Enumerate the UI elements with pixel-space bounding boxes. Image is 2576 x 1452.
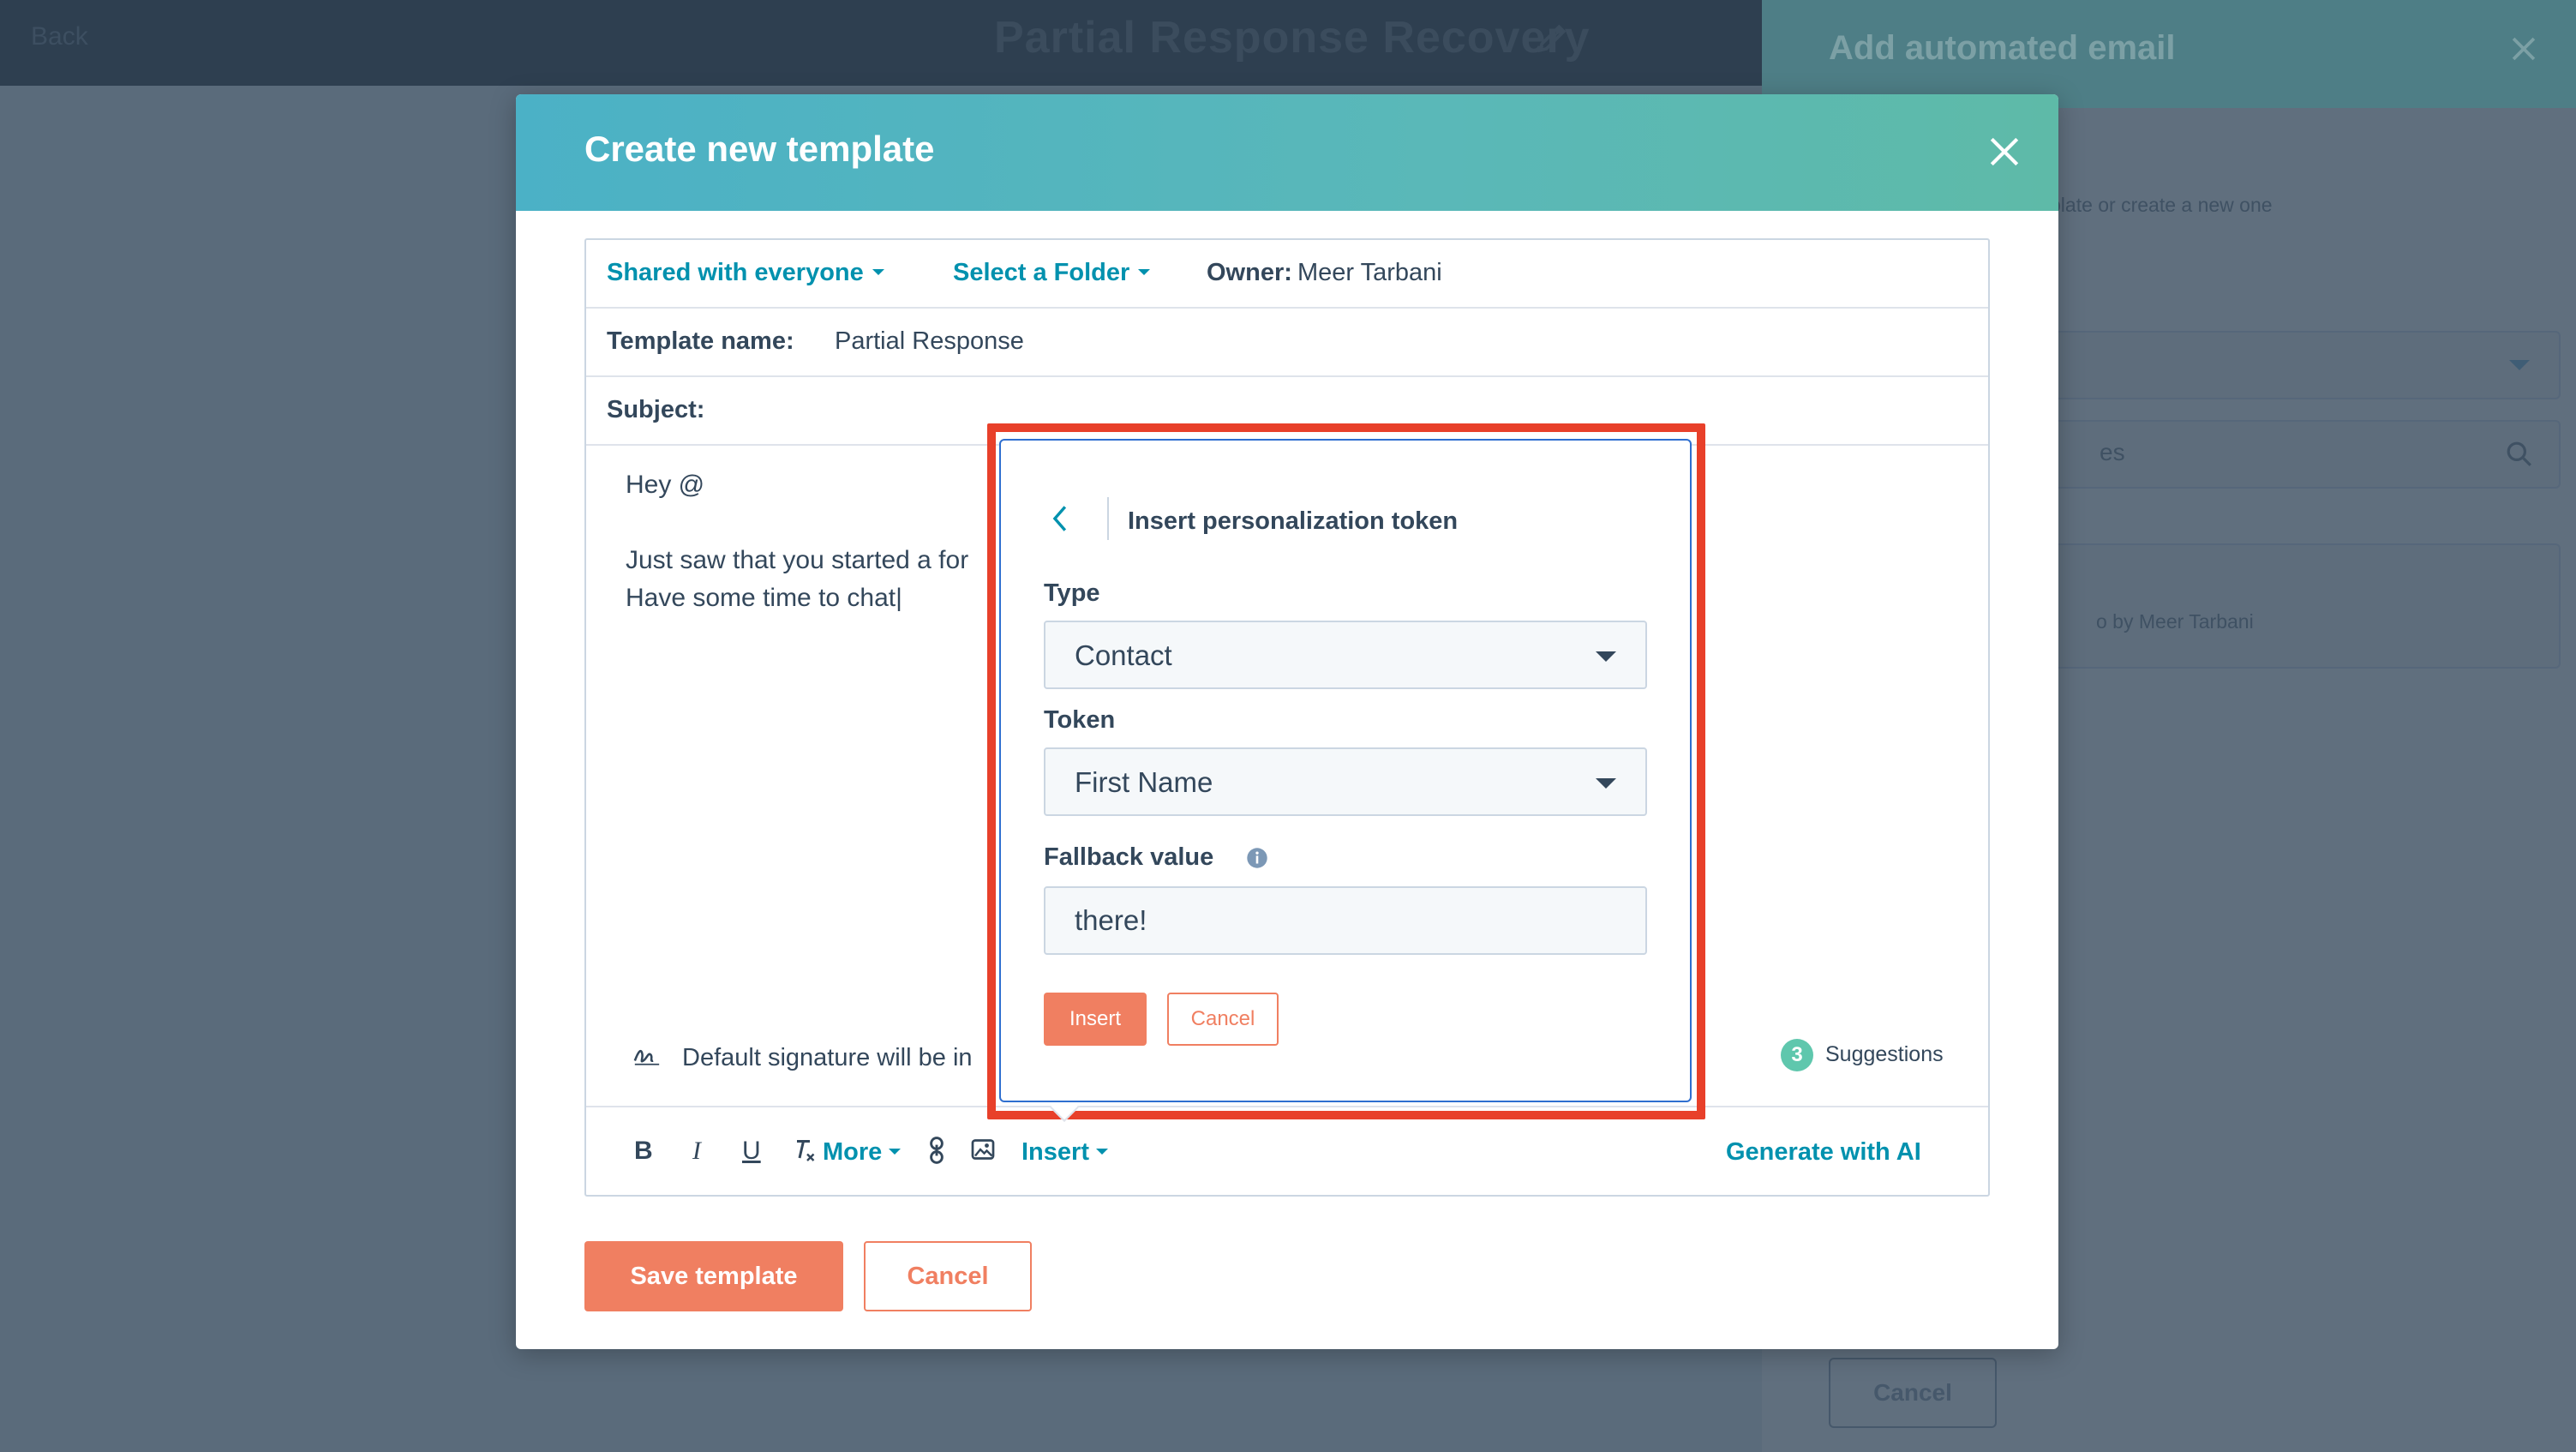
chevron-left-icon[interactable]: [1049, 504, 1069, 537]
subject-label: Subject:: [607, 396, 705, 423]
type-select[interactable]: Contact: [1044, 621, 1647, 689]
caret-down-icon: [1596, 778, 1616, 789]
email-body-editor[interactable]: Hey @ Just saw that you started a for Ha…: [626, 466, 968, 617]
chevron-down-icon: [2509, 360, 2530, 370]
body-line: Have some time to chat|: [626, 584, 902, 612]
template-name-field[interactable]: Partial Response: [835, 327, 1024, 356]
underline-button[interactable]: U: [742, 1137, 761, 1166]
cancel-token-button[interactable]: Cancel: [1167, 993, 1279, 1046]
divider: [1107, 497, 1109, 540]
owner-value[interactable]: Meer Tarbani: [1297, 259, 1442, 287]
panel-search-input[interactable]: es: [2050, 420, 2561, 489]
signature-icon: [632, 1041, 662, 1071]
panel-title: Add automated email: [1829, 29, 2176, 67]
popover-title: Insert personalization token: [1128, 507, 1459, 535]
italic-button[interactable]: I: [692, 1137, 701, 1166]
modal-header: Create new template: [516, 94, 2058, 211]
body-line: Hey @: [626, 471, 705, 499]
caret-down-icon: [1138, 268, 1151, 275]
panel-hint: plate or create a new one: [2050, 194, 2273, 216]
sharing-dropdown[interactable]: Shared with everyone: [607, 259, 884, 287]
personalization-token-popover: Insert personalization token Type Contac…: [999, 439, 1692, 1102]
body-line: Just saw that you started a for: [626, 546, 969, 574]
link-icon[interactable]: [927, 1137, 946, 1171]
panel-cancel-button[interactable]: Cancel: [1829, 1358, 1997, 1428]
caret-down-icon: [1095, 1148, 1108, 1155]
token-label: Token: [1044, 706, 1116, 734]
signature-notice: Default signature will be in: [682, 1044, 973, 1071]
image-icon[interactable]: [970, 1137, 996, 1169]
pencil-icon[interactable]: [1534, 19, 1572, 61]
panel-template-card[interactable]: o by Meer Tarbani: [2050, 543, 2561, 669]
token-select[interactable]: First Name: [1044, 747, 1647, 816]
insert-dropdown[interactable]: Insert: [1021, 1138, 1108, 1167]
insert-token-button[interactable]: Insert: [1044, 993, 1147, 1046]
fallback-input[interactable]: [1044, 886, 1647, 955]
panel-template-select[interactable]: [2050, 331, 2561, 399]
caret-down-icon: [872, 268, 884, 275]
info-icon[interactable]: [1246, 847, 1268, 873]
owner-label: Owner:: [1207, 259, 1292, 286]
cancel-button[interactable]: Cancel: [864, 1241, 1032, 1311]
caret-down-icon: [1596, 651, 1616, 662]
close-icon[interactable]: [2509, 34, 2538, 68]
caret-down-icon: [889, 1148, 902, 1155]
folder-label: Select a Folder: [953, 259, 1130, 286]
folder-dropdown[interactable]: Select a Folder: [953, 259, 1151, 287]
fallback-label: Fallback value: [1044, 843, 1214, 871]
sharing-label: Shared with everyone: [607, 259, 864, 286]
generate-ai-link[interactable]: Generate with AI: [1726, 1138, 1921, 1167]
template-name-row: Template name: Partial Response: [586, 309, 1988, 377]
bold-button[interactable]: B: [634, 1137, 653, 1166]
back-link[interactable]: Back: [31, 22, 88, 51]
insert-label: Insert: [1021, 1138, 1089, 1166]
modal-title: Create new template: [584, 129, 935, 169]
more-label: More: [823, 1138, 883, 1166]
type-value: Contact: [1075, 639, 1172, 671]
panel-header: Add automated email: [1762, 0, 2576, 108]
search-icon: [2507, 441, 2531, 466]
suggestions-count-badge[interactable]: 3: [1781, 1039, 1813, 1071]
close-icon[interactable]: [1986, 134, 2022, 174]
more-dropdown[interactable]: More: [823, 1138, 902, 1167]
template-name-label: Template name:: [607, 327, 794, 355]
suggestions-link[interactable]: Suggestions: [1825, 1042, 1944, 1067]
clear-format-button[interactable]: [792, 1137, 818, 1171]
save-template-button[interactable]: Save template: [584, 1241, 843, 1311]
background-topbar: Back Partial Response Recovery: [0, 0, 1762, 86]
panel-search-placeholder: es: [2100, 439, 2125, 465]
token-value: First Name: [1075, 766, 1213, 798]
type-label: Type: [1044, 579, 1100, 607]
panel-card-meta: o by Meer Tarbani: [2096, 610, 2254, 633]
workflow-title: Partial Response Recovery: [994, 13, 1591, 63]
meta-row: Shared with everyone Select a Folder Own…: [586, 240, 1988, 309]
